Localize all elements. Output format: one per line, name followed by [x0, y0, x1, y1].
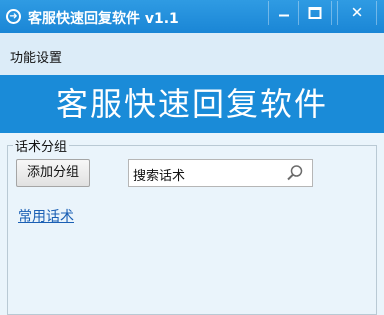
common-phrases-link[interactable]: 常用话术 — [18, 206, 74, 226]
minimize-icon — [278, 10, 289, 17]
title-bar[interactable]: ➜ 客服快速回复软件 v1.1 ✕ — [0, 0, 384, 33]
close-button[interactable]: ✕ — [337, 1, 377, 25]
banner: 客服快速回复软件 — [0, 75, 384, 133]
menu-item-settings[interactable]: 功能设置 — [10, 47, 62, 66]
maximize-icon — [308, 7, 322, 19]
add-group-button[interactable]: 添加分组 — [16, 159, 90, 187]
arrow-circle-icon: ➜ — [6, 9, 21, 24]
window-title: 客服快速回复软件 v1.1 — [28, 11, 179, 27]
minimize-button[interactable] — [268, 1, 299, 25]
search-icon[interactable] — [286, 164, 304, 182]
search-box[interactable] — [128, 159, 313, 188]
search-input[interactable] — [131, 160, 285, 188]
menu-bar: 功能设置 — [0, 33, 384, 75]
maximize-button[interactable] — [299, 1, 332, 25]
group-legend: 话术分组 — [13, 136, 70, 155]
close-icon: ✕ — [350, 3, 364, 22]
